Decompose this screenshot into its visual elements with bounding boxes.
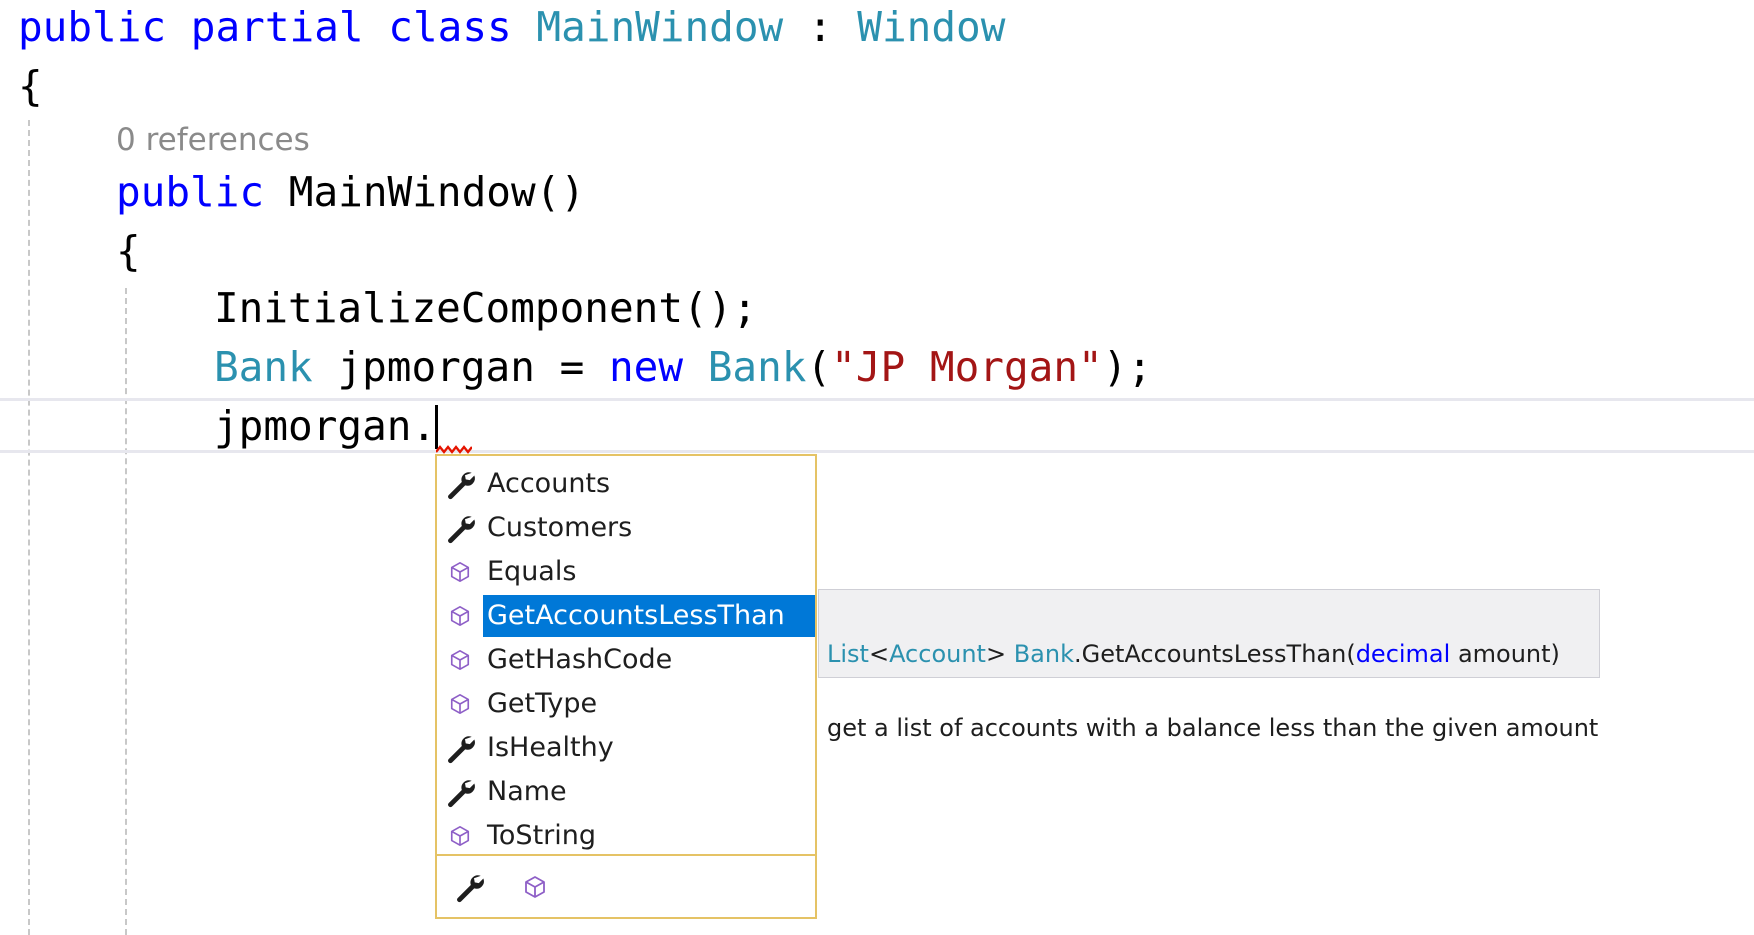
wrench-icon (437, 770, 483, 814)
cube-icon (450, 562, 470, 582)
completion-item[interactable]: Equals (437, 550, 815, 594)
generic-open: < (868, 640, 890, 668)
code-line-constructor[interactable]: public MainWindow() (116, 163, 585, 221)
completion-items: Accounts Customers Equals GetAccountsLessTh… (437, 462, 815, 858)
wrench-icon (448, 780, 475, 808)
indent-guide (125, 288, 127, 935)
param-type: decimal (1355, 640, 1451, 668)
completion-item-label: IsHealthy (487, 732, 614, 763)
codelens-references[interactable]: 0 references (116, 118, 310, 162)
completion-item[interactable]: GetHashCode (437, 638, 815, 682)
cube-icon (450, 694, 470, 714)
method-name: .GetAccountsLessThan( (1074, 640, 1356, 668)
generic-close: > (985, 640, 1007, 668)
completion-filter-bar (437, 854, 815, 917)
keyword: public (18, 3, 167, 51)
paren: ); (1102, 343, 1153, 391)
wrench-icon (448, 516, 475, 544)
code-line-class-declaration[interactable]: public partial class MainWindow : Window (18, 0, 1005, 56)
variable-name: jpmorgan (337, 343, 535, 391)
colon: : (807, 3, 833, 51)
filter-properties-button[interactable] (447, 865, 491, 909)
keyword: partial (190, 3, 364, 51)
wrench-icon (437, 726, 483, 770)
quickinfo-tooltip: List<Account> Bank.GetAccountsLessThan(d… (818, 589, 1600, 742)
wrench-icon (448, 736, 475, 764)
completion-item[interactable]: GetType (437, 682, 815, 726)
string-literal: "JP Morgan" (831, 343, 1103, 391)
constructor-name: MainWindow() (288, 168, 586, 216)
param-name: amount) (1450, 640, 1560, 668)
keyword: public (116, 168, 265, 216)
completion-item-label: Accounts (487, 468, 611, 499)
base-class-name: Window (857, 3, 1006, 51)
method-signature: List<Account> Bank.GetAccountsLessThan(d… (827, 636, 1591, 672)
generic-type: Account (889, 640, 986, 668)
code-line-open-brace[interactable]: { (18, 57, 43, 115)
cube-icon (437, 638, 483, 682)
completion-item-label: GetHashCode (487, 644, 673, 675)
method-description: get a list of accounts with a balance le… (827, 714, 1599, 742)
completion-item-label: ToString (487, 820, 597, 851)
code-line-bank-declaration[interactable]: Bank jpmorgan = new Bank("JP Morgan"); (214, 338, 1152, 396)
code-editor[interactable]: public partial class MainWindow : Window… (0, 0, 1754, 935)
cube-icon (450, 650, 470, 670)
cube-icon (437, 682, 483, 726)
wrench-icon (437, 506, 483, 550)
completion-item[interactable]: ToString (437, 814, 815, 858)
cube-icon (437, 550, 483, 594)
code-line-current[interactable]: jpmorgan. (214, 397, 436, 455)
completion-item-label: Name (487, 776, 567, 807)
intellisense-completion-list[interactable]: Accounts Customers Equals GetAccountsLessTh… (435, 454, 817, 919)
wrench-icon (448, 472, 475, 500)
keyword: new (608, 343, 684, 391)
cube-icon (437, 814, 483, 858)
operator: = (559, 343, 585, 391)
completion-item[interactable]: IsHealthy (437, 726, 815, 770)
text-caret (435, 405, 438, 449)
completion-item-label: GetAccountsLessThan (483, 595, 815, 637)
type-name: Bank (707, 343, 807, 391)
type-name: Bank (214, 343, 313, 391)
keyword: class (388, 3, 512, 51)
completion-item-label: Equals (487, 556, 577, 587)
completion-item[interactable]: Accounts (437, 462, 815, 506)
cube-icon (525, 875, 545, 898)
cube-icon (450, 826, 470, 846)
cube-icon (450, 606, 470, 626)
completion-item[interactable]: Customers (437, 506, 815, 550)
code-line-open-brace[interactable]: { (116, 222, 141, 280)
class-name: MainWindow (536, 3, 784, 51)
filter-methods-button[interactable] (513, 865, 557, 909)
paren: ( (806, 343, 832, 391)
completion-item-label: GetType (487, 688, 598, 719)
wrench-icon (457, 874, 484, 902)
indent-guide (28, 120, 30, 935)
code-line-initialize[interactable]: InitializeComponent(); (214, 279, 757, 337)
completion-item-label: Customers (487, 512, 633, 543)
completion-item[interactable]: GetAccountsLessThan (437, 594, 815, 638)
owner-type: Bank (1013, 640, 1074, 668)
wrench-icon (437, 462, 483, 506)
cube-icon (437, 594, 483, 638)
return-type: List (827, 640, 869, 668)
completion-item[interactable]: Name (437, 770, 815, 814)
